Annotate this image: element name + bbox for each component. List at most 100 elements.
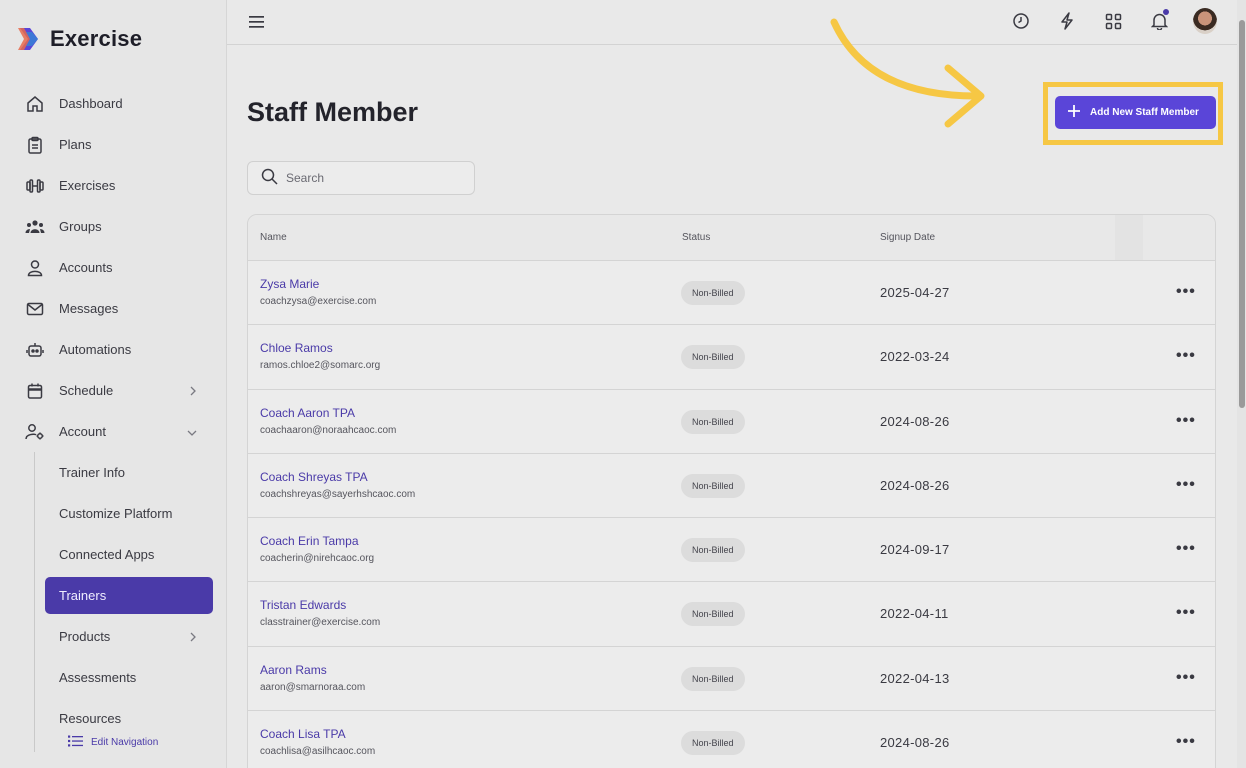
column-header-name[interactable]: Name — [260, 232, 287, 243]
signup-date: 2022-03-24 — [880, 349, 950, 365]
sidebar-item-plans[interactable]: Plans — [0, 124, 227, 165]
staff-name-link[interactable]: Coach Aaron TPA — [260, 406, 355, 420]
logo-icon — [16, 26, 42, 52]
clipboard-icon — [25, 135, 45, 155]
table-row[interactable]: Coach Aaron TPA coachaaron@noraahcaoc.co… — [248, 390, 1215, 454]
staff-email: classtrainer@exercise.com — [260, 617, 381, 629]
signup-date: 2024-08-26 — [880, 413, 950, 429]
staff-name-link[interactable]: Coach Shreyas TPA — [260, 470, 368, 484]
sidebar-subitem-label: Connected Apps — [59, 547, 155, 562]
table-row[interactable]: Tristan Edwards classtrainer@exercise.co… — [248, 582, 1215, 647]
sidebar-item-label: Schedule — [59, 383, 114, 398]
sidebar-subitem-products[interactable]: Products — [0, 616, 227, 657]
signup-date: 2024-08-26 — [880, 735, 950, 751]
sidebar-item-account[interactable]: Account — [0, 411, 227, 452]
chevron-right-icon — [189, 630, 197, 645]
staff-name-link[interactable]: Zysa Marie — [260, 277, 319, 291]
more-options-icon[interactable]: ••• — [1176, 669, 1196, 687]
sidebar-item-groups[interactable]: Groups — [0, 206, 227, 247]
sidebar-item-messages[interactable]: Messages — [0, 288, 227, 329]
staff-name-link[interactable]: Coach Lisa TPA — [260, 727, 346, 741]
column-header-status[interactable]: Status — [682, 232, 710, 243]
user-icon — [25, 258, 45, 278]
add-staff-member-button[interactable]: Add New Staff Member — [1055, 96, 1216, 129]
staff-name-link[interactable]: Chloe Ramos — [260, 341, 333, 355]
staff-email: ramos.chloe2@somarc.org — [260, 360, 381, 372]
sidebar-item-label: Messages — [59, 301, 119, 316]
search-input[interactable]: Search — [247, 161, 475, 195]
user-avatar[interactable] — [1193, 8, 1217, 34]
bell-icon[interactable] — [1147, 9, 1171, 33]
status-badge: Non-Billed — [681, 345, 745, 370]
staff-name-link[interactable]: Coach Erin Tampa — [260, 534, 359, 548]
sidebar-item-label: Dashboard — [59, 96, 123, 111]
more-options-icon[interactable]: ••• — [1176, 733, 1196, 751]
sidebar-item-label: Accounts — [59, 260, 113, 275]
status-badge: Non-Billed — [681, 409, 745, 434]
account-submenu: Trainer Info Customize Platform Connecte… — [0, 452, 227, 752]
sidebar-subitem-resources[interactable]: Resources — [0, 698, 227, 739]
table-row[interactable]: Chloe Ramos ramos.chloe2@somarc.org Non-… — [248, 325, 1215, 390]
table-row[interactable]: Aaron Rams aaron@smarnoraa.com Non-Bille… — [248, 647, 1215, 712]
sidebar: Exercise Dashboard Plans Exercises Group… — [0, 0, 227, 768]
sidebar-subitem-label: Resources — [59, 711, 122, 726]
more-options-icon[interactable]: ••• — [1176, 283, 1196, 301]
edit-navigation-link[interactable]: Edit Navigation — [68, 735, 158, 750]
sidebar-item-accounts[interactable]: Accounts — [0, 247, 227, 288]
sidebar-item-exercises[interactable]: Exercises — [0, 165, 227, 206]
app-name: Exercise — [50, 26, 143, 51]
sidebar-nav: Dashboard Plans Exercises Groups Account… — [0, 83, 227, 752]
more-options-icon[interactable]: ••• — [1176, 540, 1196, 558]
more-options-icon[interactable]: ••• — [1176, 412, 1196, 430]
edit-navigation-label: Edit Navigation — [91, 737, 159, 748]
table-row[interactable]: Coach Lisa TPA coachlisa@asilhcaoc.com N… — [248, 711, 1215, 768]
sidebar-subitem-customize-platform[interactable]: Customize Platform — [0, 493, 227, 534]
column-header-signup-date[interactable]: Signup Date — [880, 232, 935, 243]
sidebar-item-label: Plans — [59, 137, 92, 152]
table-row[interactable]: Coach Erin Tampa coacherin@nirehcaoc.org… — [248, 518, 1215, 583]
lightning-icon[interactable] — [1055, 9, 1079, 33]
sidebar-subitem-label: Trainer Info — [59, 465, 125, 480]
status-badge: Non-Billed — [681, 281, 745, 305]
sidebar-subitem-connected-apps[interactable]: Connected Apps — [0, 534, 227, 575]
status-badge: Non-Billed — [681, 538, 745, 563]
user-gear-icon — [25, 422, 45, 442]
sidebar-subitem-label: Products — [59, 629, 111, 644]
status-badge: Non-Billed — [681, 731, 745, 756]
sidebar-subitem-trainers[interactable]: Trainers — [45, 577, 213, 614]
sidebar-subitem-label: Assessments — [59, 670, 137, 685]
signup-date: 2022-04-13 — [880, 670, 950, 686]
signup-date: 2024-09-17 — [880, 542, 950, 558]
scrollbar-thumb[interactable] — [1239, 20, 1245, 408]
app-logo[interactable]: Exercise — [16, 26, 142, 52]
sidebar-subitem-trainer-info[interactable]: Trainer Info — [0, 452, 227, 493]
history-icon[interactable] — [1009, 9, 1033, 33]
sidebar-item-label: Exercises — [59, 178, 116, 193]
more-options-icon[interactable]: ••• — [1176, 476, 1196, 494]
sidebar-item-automations[interactable]: Automations — [0, 329, 227, 370]
staff-email: coachshreyas@sayerhshcaoc.com — [260, 488, 416, 500]
sidebar-item-dashboard[interactable]: Dashboard — [0, 83, 227, 124]
staff-name-link[interactable]: Aaron Rams — [260, 663, 327, 677]
dumbbell-icon — [25, 176, 45, 196]
staff-name-link[interactable]: Tristan Edwards — [260, 598, 346, 612]
menu-icon[interactable] — [249, 15, 265, 34]
apps-grid-icon[interactable] — [1101, 9, 1125, 33]
sidebar-subitem-assessments[interactable]: Assessments — [0, 657, 227, 698]
more-options-icon[interactable]: ••• — [1176, 347, 1196, 365]
sidebar-item-schedule[interactable]: Schedule — [0, 370, 227, 411]
status-badge: Non-Billed — [681, 602, 745, 627]
staff-email: coachlisa@asilhcaoc.com — [260, 746, 376, 758]
annotation-arrow-icon — [830, 18, 985, 128]
robot-icon — [25, 340, 45, 360]
page-scrollbar[interactable] — [1237, 0, 1246, 768]
staff-email: aaron@smarnoraa.com — [260, 681, 366, 693]
search-placeholder: Search — [286, 171, 325, 185]
signup-date: 2022-04-11 — [880, 606, 949, 622]
list-icon — [68, 735, 83, 750]
sidebar-subitem-label: Customize Platform — [59, 506, 173, 521]
table-row[interactable]: Coach Shreyas TPA coachshreyas@sayerhshc… — [248, 454, 1215, 519]
header-cell-actions — [1115, 215, 1143, 260]
table-row[interactable]: Zysa Marie coachzysa@exercise.com Non-Bi… — [248, 261, 1215, 326]
more-options-icon[interactable]: ••• — [1176, 604, 1196, 622]
